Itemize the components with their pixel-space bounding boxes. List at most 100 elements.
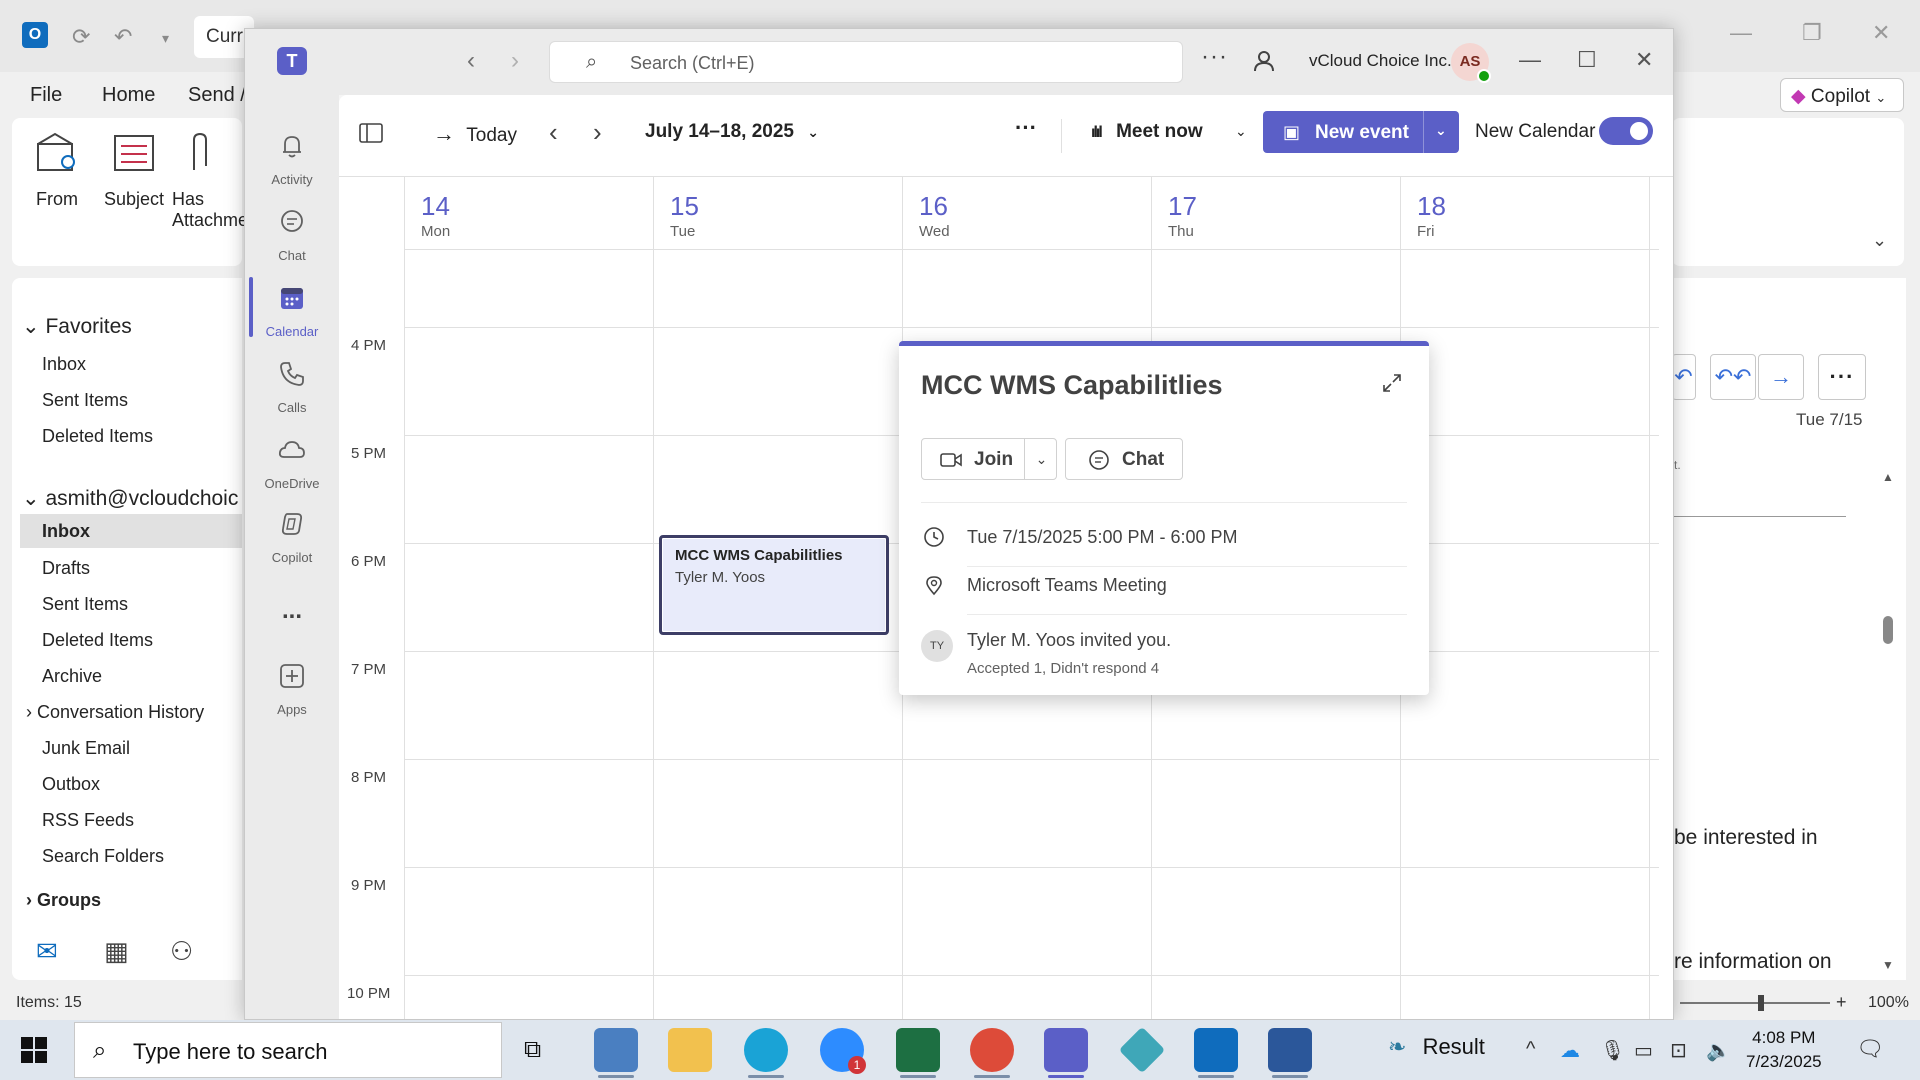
new-calendar-toggle[interactable]: [1599, 117, 1653, 145]
teams-app-icon[interactable]: [1044, 1028, 1088, 1078]
outlook-app-icon[interactable]: [1194, 1028, 1238, 1078]
people-settings-icon[interactable]: [1253, 49, 1277, 73]
toggle-sidebar-icon[interactable]: [359, 123, 383, 143]
excel-app-icon[interactable]: [896, 1028, 940, 1078]
volume-icon[interactable]: 🔈: [1706, 1038, 1731, 1063]
chrome-app-icon[interactable]: [970, 1028, 1014, 1078]
word-app-icon[interactable]: [1268, 1028, 1312, 1078]
taskbar-clock[interactable]: 4:08 PM 7/23/2025: [1746, 1026, 1822, 1074]
rail-copilot[interactable]: Copilot: [245, 509, 339, 565]
zoom-slider-thumb[interactable]: [1758, 995, 1764, 1011]
teams-maximize-icon[interactable]: ☐: [1577, 47, 1597, 73]
outlook-close-icon[interactable]: ✕: [1872, 20, 1890, 46]
calendar-nav-icon[interactable]: ▦: [104, 936, 129, 967]
meet-now-dropdown-icon[interactable]: ⌄: [1235, 123, 1247, 140]
teams-close-icon[interactable]: ✕: [1635, 47, 1653, 73]
day-header-tue[interactable]: 15 Tue: [654, 177, 902, 249]
zoom-slider[interactable]: [1680, 995, 1830, 1011]
rail-apps[interactable]: Apps: [245, 661, 339, 717]
customize-qa-icon[interactable]: ▾: [162, 30, 169, 47]
scroll-down-icon[interactable]: ▼: [1882, 958, 1894, 972]
rail-calendar[interactable]: Calendar: [245, 283, 339, 339]
join-options-dropdown-icon[interactable]: ⌄: [1024, 439, 1058, 479]
zoom-in-icon[interactable]: +: [1836, 992, 1847, 1013]
file-explorer-app-icon[interactable]: [668, 1028, 712, 1072]
taskbar-search-input[interactable]: ⌕ Type here to search: [74, 1022, 502, 1078]
weather-widget[interactable]: ❧ Result: [1388, 1034, 1485, 1060]
outlook-copilot-button[interactable]: ◆ Copilot ⌄: [1780, 78, 1904, 112]
calculator-app-icon[interactable]: [594, 1028, 638, 1078]
ribbon-collapse-icon[interactable]: ⌄: [1872, 230, 1887, 251]
onedrive-tray-icon[interactable]: ☁: [1560, 1038, 1580, 1063]
rail-chat[interactable]: Chat: [245, 207, 339, 263]
org-name[interactable]: vCloud Choice Inc.: [1309, 51, 1452, 71]
undo-icon[interactable]: ↶: [114, 24, 132, 50]
folder-rss-feeds[interactable]: RSS Feeds: [42, 810, 134, 831]
outlook-minimize-icon[interactable]: —: [1730, 20, 1752, 46]
diamond-app-icon[interactable]: [1118, 1026, 1166, 1074]
folder-drafts[interactable]: Drafts: [42, 558, 90, 579]
folder-junk-email[interactable]: Junk Email: [42, 738, 130, 759]
folder-inbox[interactable]: Inbox: [20, 514, 242, 548]
teams-minimize-icon[interactable]: —: [1519, 47, 1541, 73]
toolbar-more-icon[interactable]: ···: [1015, 115, 1037, 141]
response-summary[interactable]: Accepted 1, Didn't respond 4: [967, 660, 1159, 677]
scroll-up-icon[interactable]: ▲: [1882, 470, 1894, 484]
day-header-fri[interactable]: 18 Fri: [1401, 177, 1649, 249]
people-nav-icon[interactable]: ⚇: [170, 936, 193, 967]
more-actions-button[interactable]: ···: [1818, 354, 1866, 400]
new-event-button[interactable]: ▣ New event ⌄: [1263, 111, 1459, 153]
date-range-picker[interactable]: July 14–18, 2025 ⌄: [645, 121, 819, 143]
show-hidden-icons-icon[interactable]: ^: [1526, 1038, 1535, 1061]
zoom-app-icon[interactable]: 1: [820, 1028, 866, 1074]
menu-file[interactable]: File: [30, 84, 62, 107]
rail-calls[interactable]: Calls: [245, 359, 339, 415]
battery-icon[interactable]: ▭: [1634, 1038, 1653, 1063]
network-icon[interactable]: ⊡: [1670, 1038, 1687, 1063]
mail-nav-icon[interactable]: ✉: [36, 936, 58, 967]
meeting-location[interactable]: Microsoft Teams Meeting: [967, 575, 1167, 596]
previous-week-icon[interactable]: ‹: [549, 117, 558, 148]
windows-start-icon[interactable]: [20, 1036, 48, 1064]
notifications-icon[interactable]: 🗨: [1856, 1036, 1884, 1062]
sync-icon[interactable]: ⟳: [72, 24, 90, 50]
reading-scrollbar[interactable]: ▲ ▼: [1882, 470, 1894, 972]
chat-button[interactable]: Chat: [1065, 438, 1183, 480]
join-button[interactable]: Join ⌄: [921, 438, 1057, 480]
user-avatar[interactable]: AS: [1451, 43, 1491, 83]
menu-send-receive[interactable]: Send /: [188, 84, 246, 107]
today-button[interactable]: → Today: [433, 121, 517, 147]
rail-more[interactable]: ...: [245, 591, 339, 625]
settings-more-icon[interactable]: ···: [1201, 43, 1228, 71]
favorites-heading[interactable]: ⌄ Favorites: [22, 314, 132, 339]
day-header-thu[interactable]: 17 Thu: [1152, 177, 1400, 249]
folder-archive[interactable]: Archive: [42, 666, 102, 687]
folder-conversation-history[interactable]: › Conversation History: [26, 702, 204, 723]
folder-outbox[interactable]: Outbox: [42, 774, 100, 795]
rail-activity[interactable]: Activity: [245, 131, 339, 187]
teams-search-input[interactable]: ⌕ Search (Ctrl+E): [549, 41, 1183, 83]
menu-home[interactable]: Home: [102, 84, 155, 107]
favorite-deleted-items[interactable]: Deleted Items: [42, 426, 153, 447]
filter-subject-button[interactable]: Subject: [104, 130, 164, 210]
day-header-mon[interactable]: 14 Mon: [405, 177, 653, 249]
back-icon[interactable]: ‹: [467, 47, 475, 75]
folder-search-folders[interactable]: Search Folders: [42, 846, 164, 867]
outlook-restore-icon[interactable]: ❐: [1802, 20, 1822, 46]
meet-now-button[interactable]: ılıl Meet now: [1091, 121, 1203, 143]
edge-app-icon[interactable]: [744, 1028, 788, 1078]
forward-button[interactable]: →: [1758, 354, 1804, 400]
scrollbar-thumb[interactable]: [1883, 616, 1893, 644]
reply-button[interactable]: ↶: [1672, 354, 1696, 400]
favorite-inbox[interactable]: Inbox: [42, 354, 86, 375]
calendar-event[interactable]: MCC WMS Capabilitlies Tyler M. Yoos: [659, 535, 889, 635]
folder-sent-items[interactable]: Sent Items: [42, 594, 128, 615]
account-heading[interactable]: ⌄ asmith@vcloudchoic: [22, 486, 238, 511]
folder-deleted-items[interactable]: Deleted Items: [42, 630, 153, 651]
groups-heading[interactable]: › Groups: [26, 890, 101, 911]
new-event-dropdown-icon[interactable]: ⌄: [1435, 122, 1447, 139]
day-header-wed[interactable]: 16 Wed: [903, 177, 1151, 249]
reply-all-button[interactable]: ↶↶: [1710, 354, 1756, 400]
expand-icon[interactable]: [1381, 372, 1403, 394]
filter-has-attachment-button[interactable]: Has Attachme: [172, 130, 248, 231]
